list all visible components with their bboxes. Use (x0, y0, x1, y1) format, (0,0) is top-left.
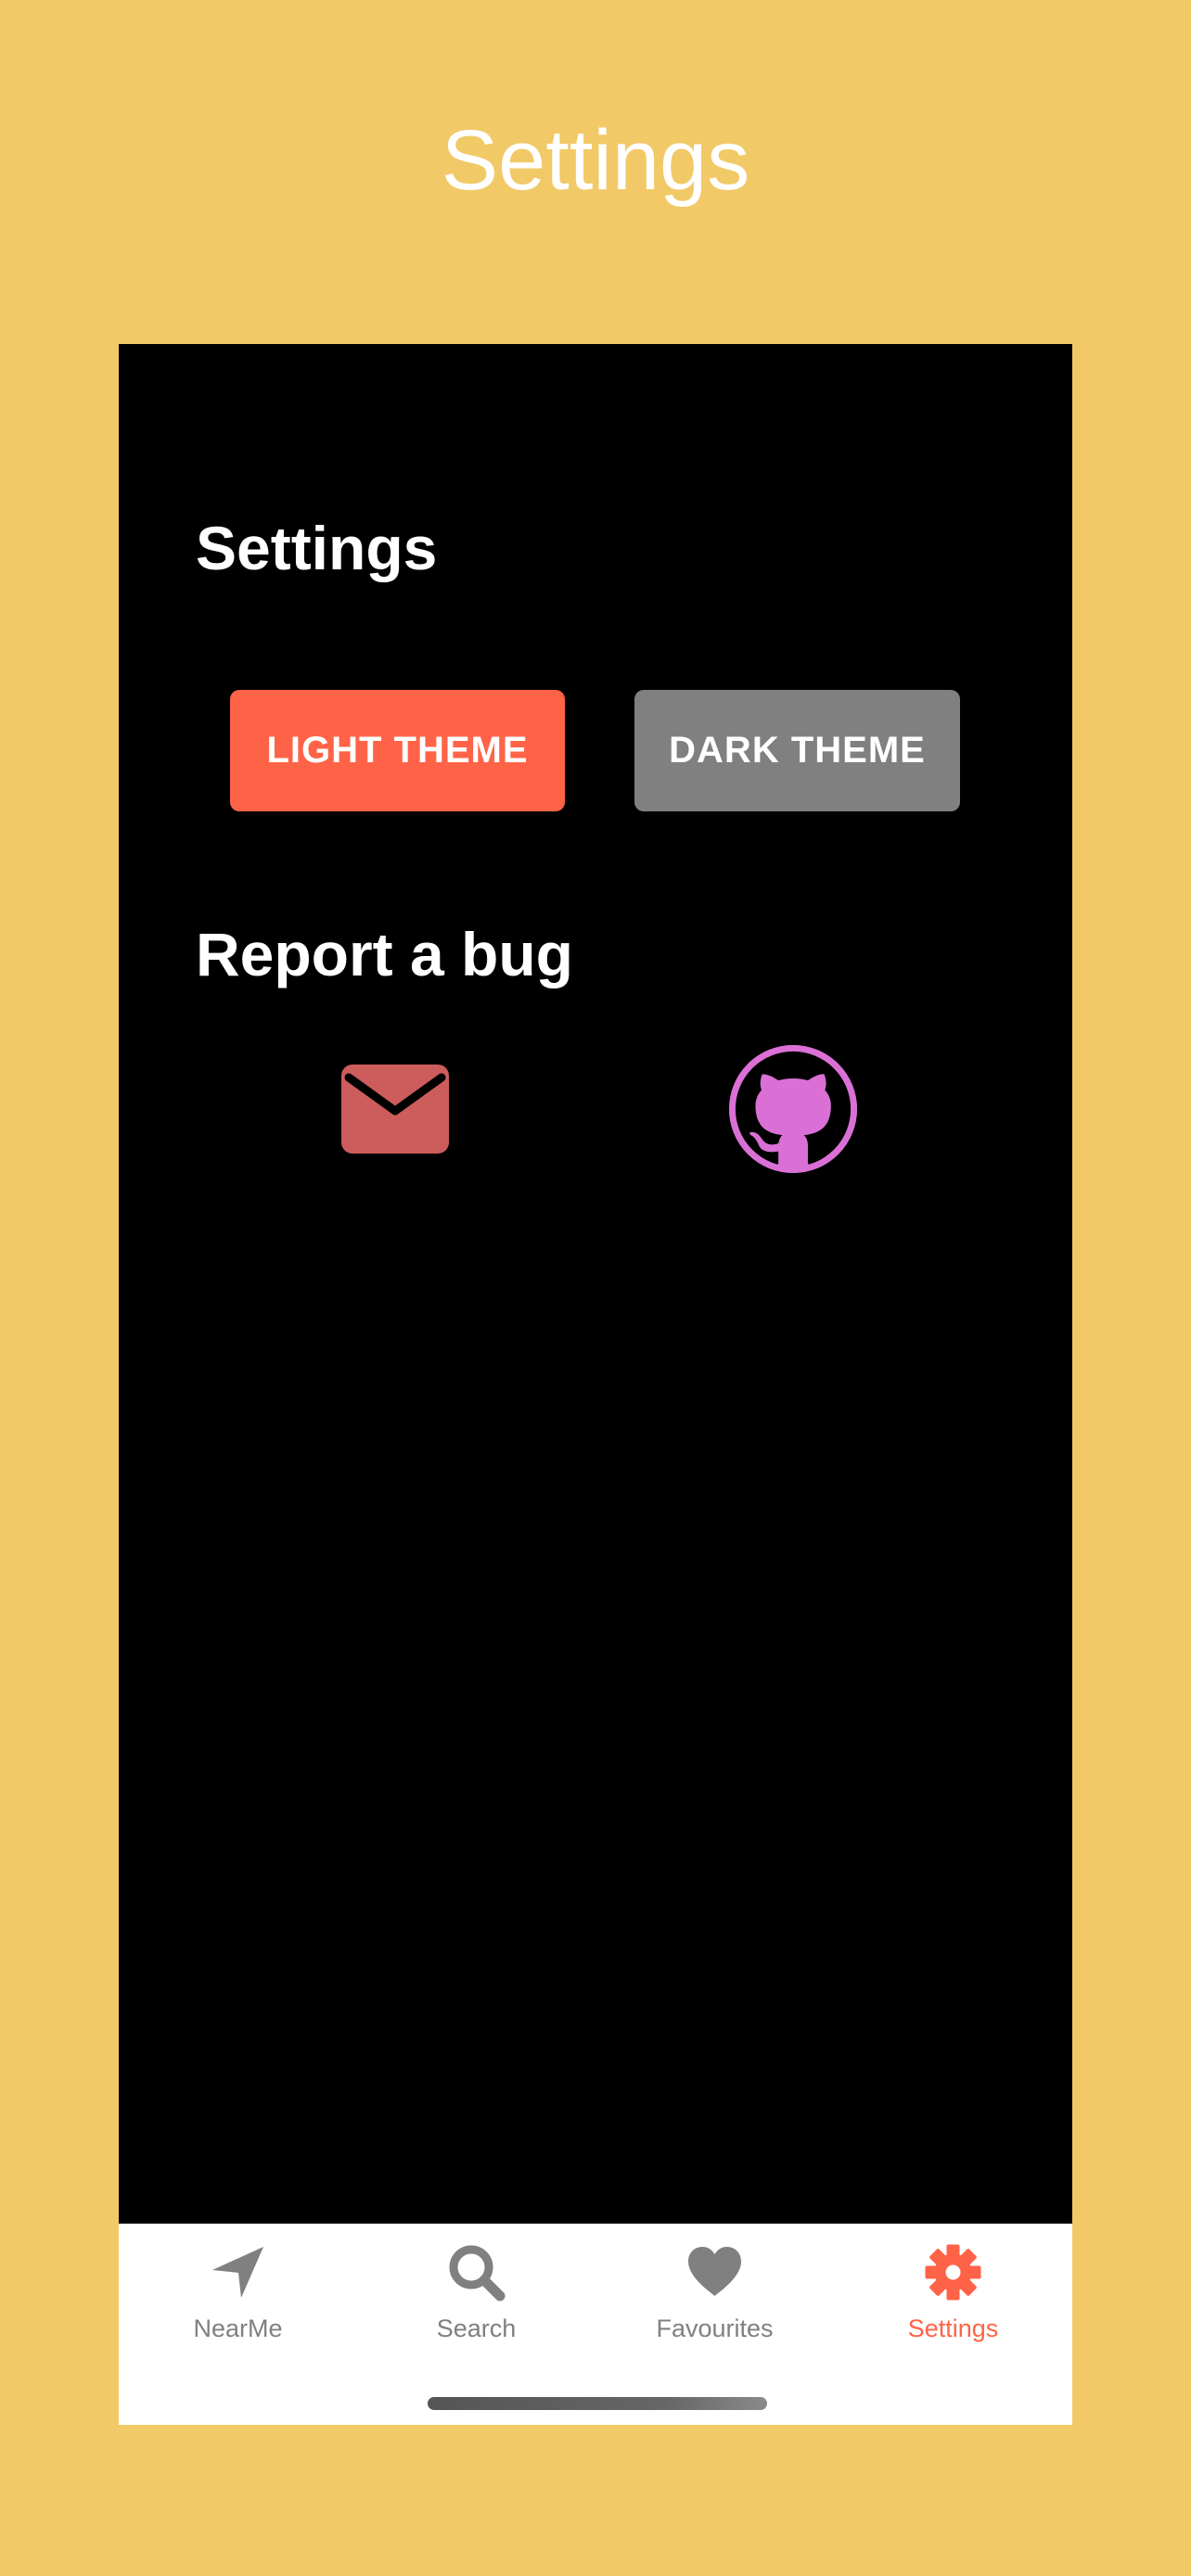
tab-label-settings: Settings (907, 2315, 999, 2342)
search-icon (446, 2242, 506, 2302)
page-title: Settings (441, 113, 750, 208)
tab-bar: NearMe Search Favourites Settings (119, 2224, 1072, 2425)
tab-label-favourites: Favourites (656, 2315, 774, 2342)
github-icon[interactable] (729, 1045, 857, 1173)
tab-label-nearme: NearMe (193, 2315, 283, 2342)
phone-screen: Settings LIGHT THEME DARK THEME Report a… (119, 344, 1072, 2425)
tab-search[interactable]: Search (357, 2224, 596, 2353)
home-indicator (428, 2397, 767, 2410)
light-theme-button[interactable]: LIGHT THEME (230, 690, 565, 811)
tab-label-search: Search (436, 2315, 517, 2342)
settings-heading: Settings (196, 514, 438, 582)
heart-icon (685, 2242, 745, 2302)
report-bug-heading: Report a bug (196, 920, 573, 988)
dark-theme-button[interactable]: DARK THEME (634, 690, 960, 811)
navigation-arrow-icon (208, 2242, 268, 2302)
tab-nearme[interactable]: NearMe (119, 2224, 357, 2353)
gear-icon (923, 2242, 983, 2302)
tab-favourites[interactable]: Favourites (596, 2224, 834, 2353)
tab-settings[interactable]: Settings (834, 2224, 1072, 2353)
mail-icon[interactable] (341, 1065, 449, 1154)
